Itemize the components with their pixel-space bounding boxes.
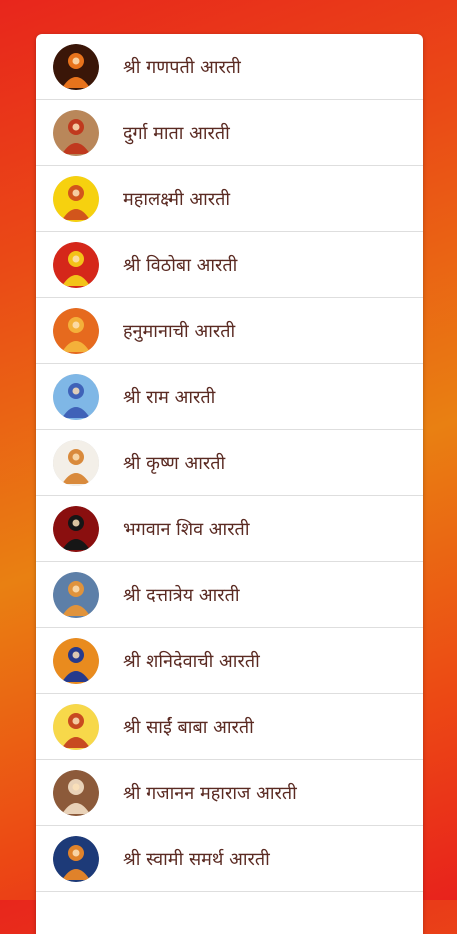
aarti-title: श्री साईं बाबा आरती	[123, 716, 254, 738]
aarti-title: श्री शनिदेवाची आरती	[123, 650, 260, 672]
aarti-title: श्री स्वामी समर्थ आरती	[123, 848, 270, 870]
aarti-list-item[interactable]: श्री शनिदेवाची आरती	[36, 628, 423, 694]
aarti-list-item[interactable]: श्री स्वामी समर्थ आरती	[36, 826, 423, 892]
aarti-list-item[interactable]: भगवान शिव आरती	[36, 496, 423, 562]
aarti-list-item[interactable]: श्री साईं बाबा आरती	[36, 694, 423, 760]
aarti-list-item[interactable]: श्री गणपती आरती	[36, 34, 423, 100]
aarti-list-card: श्री गणपती आरती दुर्गा माता आरती महालक्ष्म…	[36, 34, 423, 934]
aarti-list-item[interactable]: श्री दत्तात्रेय आरती	[36, 562, 423, 628]
gajanan-icon	[53, 769, 99, 816]
aarti-title: श्री दत्तात्रेय आरती	[123, 584, 240, 606]
aarti-list-item[interactable]: श्री कृष्ण आरती	[36, 430, 423, 496]
dattatreya-icon	[53, 571, 99, 618]
aarti-title: श्री कृष्ण आरती	[123, 452, 226, 474]
aarti-list-item[interactable]: महालक्ष्मी आरती	[36, 166, 423, 232]
aarti-title: हनुमानाची आरती	[123, 320, 236, 342]
vithoba-icon	[53, 241, 99, 288]
aarti-title: श्री गजानन महाराज आरती	[123, 782, 297, 804]
ganpati-icon	[53, 43, 99, 90]
aarti-title: भगवान शिव आरती	[123, 518, 250, 540]
shiva-icon	[53, 505, 99, 552]
aarti-title: दुर्गा माता आरती	[123, 122, 230, 144]
krishna-icon	[53, 439, 99, 486]
shanidev-icon	[53, 637, 99, 684]
lakshmi-icon	[53, 175, 99, 222]
aarti-title: श्री गणपती आरती	[123, 56, 241, 78]
saibaba-icon	[53, 703, 99, 750]
aarti-title: श्री राम आरती	[123, 386, 216, 408]
aarti-title: श्री विठोबा आरती	[123, 254, 238, 276]
aarti-list-item[interactable]: दुर्गा माता आरती	[36, 100, 423, 166]
aarti-list-item[interactable]: श्री गजानन महाराज आरती	[36, 760, 423, 826]
aarti-list: श्री गणपती आरती दुर्गा माता आरती महालक्ष्म…	[36, 34, 423, 892]
aarti-list-item[interactable]: हनुमानाची आरती	[36, 298, 423, 364]
swami-samarth-icon	[53, 835, 99, 882]
hanuman-icon	[53, 307, 99, 354]
aarti-list-item[interactable]: श्री विठोबा आरती	[36, 232, 423, 298]
aarti-list-item[interactable]: श्री राम आरती	[36, 364, 423, 430]
aarti-title: महालक्ष्मी आरती	[123, 188, 231, 210]
durga-icon	[53, 109, 99, 156]
ram-icon	[53, 373, 99, 420]
